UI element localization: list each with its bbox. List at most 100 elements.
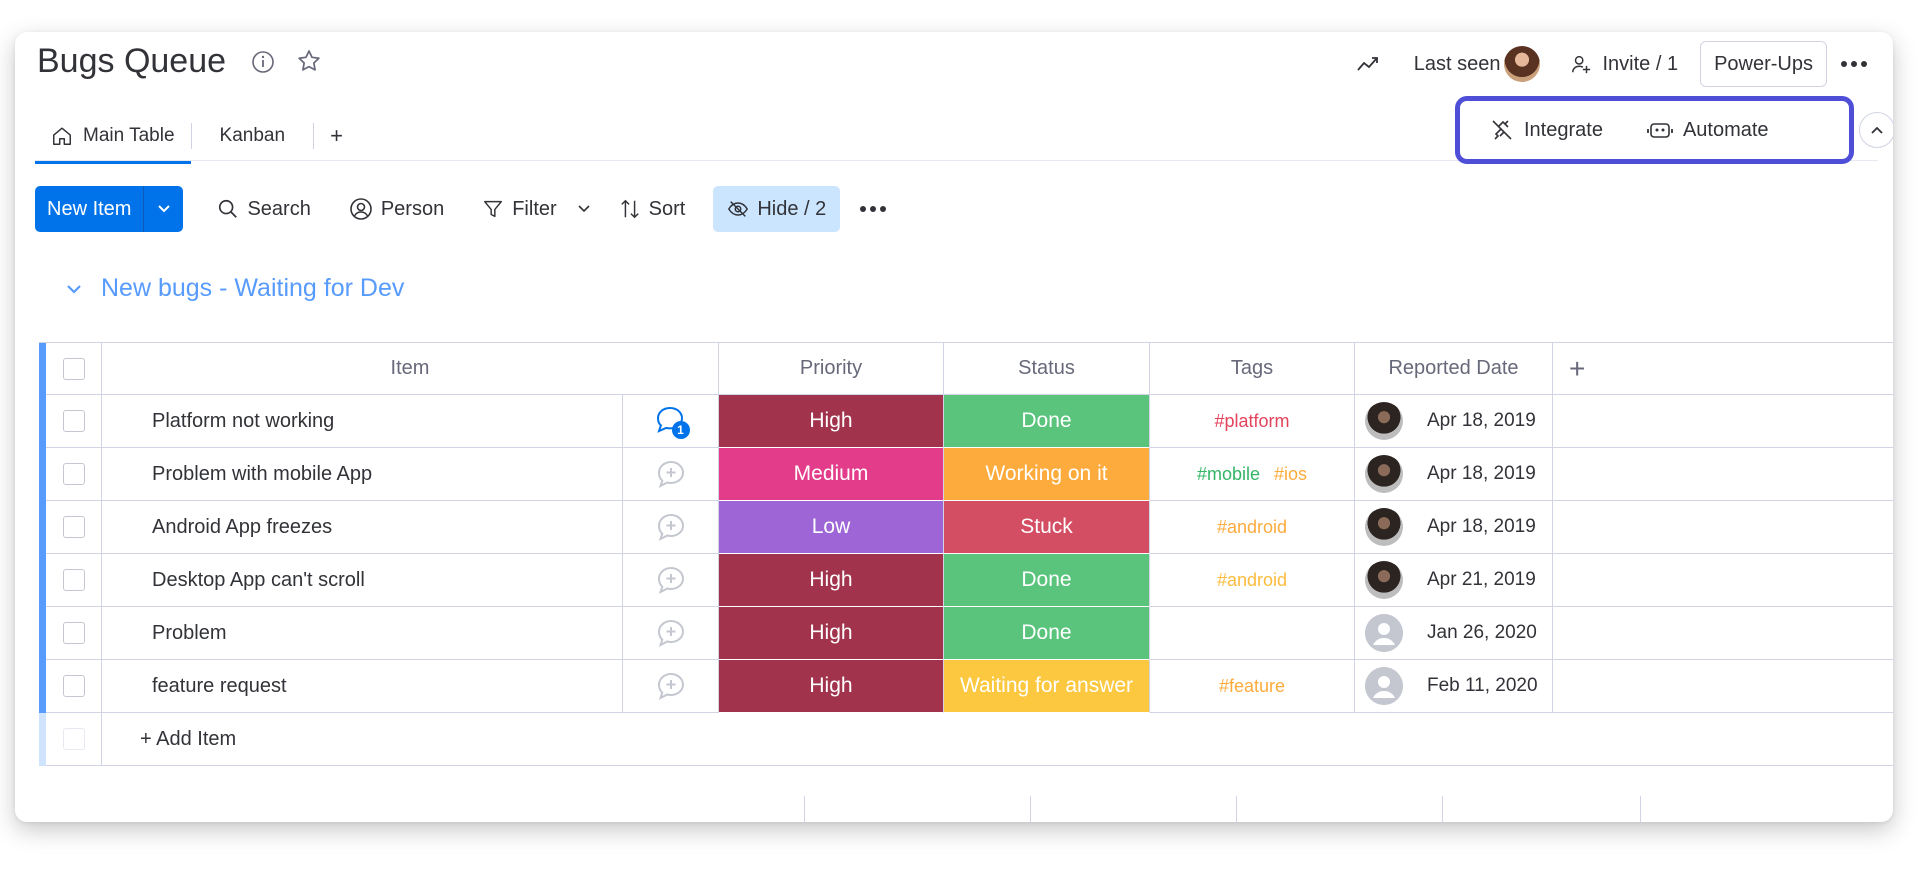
priority-cell[interactable]: High (719, 607, 944, 660)
reporter-avatar[interactable] (1365, 667, 1403, 705)
tag[interactable]: #mobile (1197, 464, 1260, 485)
sort-button[interactable]: Sort (605, 186, 700, 232)
updates-button[interactable]: 1 (623, 395, 719, 448)
column-header-reported-date[interactable]: Reported Date (1355, 342, 1553, 395)
person-filter-button[interactable]: Person (335, 186, 458, 232)
last-seen[interactable]: Last seen (1414, 46, 1541, 82)
group-title[interactable]: New bugs - Waiting for Dev (101, 274, 404, 303)
priority-cell[interactable]: High (719, 554, 944, 607)
status-cell[interactable]: Done (944, 395, 1150, 448)
tags-cell[interactable]: #android (1150, 554, 1355, 607)
more-actions-icon[interactable] (860, 206, 887, 212)
reporter-avatar[interactable] (1365, 614, 1403, 652)
status-cell[interactable]: Done (944, 607, 1150, 660)
row-checkbox[interactable] (62, 569, 85, 591)
reported-date-cell[interactable]: Apr 18, 2019 (1355, 448, 1553, 501)
column-header-priority[interactable]: Priority (719, 342, 944, 395)
priority-cell[interactable]: High (719, 395, 944, 448)
row-checkbox[interactable] (62, 516, 85, 538)
star-icon[interactable] (296, 48, 322, 74)
activity-icon[interactable] (1356, 54, 1380, 74)
priority-cell[interactable]: High (719, 660, 944, 713)
add-update-button[interactable] (623, 660, 719, 713)
status-cell[interactable]: Done (944, 554, 1150, 607)
more-icon[interactable] (1841, 61, 1867, 67)
reported-date-cell[interactable]: Apr 18, 2019 (1355, 395, 1553, 448)
tag[interactable]: #ios (1274, 464, 1307, 485)
power-ups-button[interactable]: Power-Ups (1700, 41, 1827, 87)
add-update-button[interactable] (623, 448, 719, 501)
tag[interactable]: #android (1217, 517, 1287, 538)
item-name-cell[interactable]: Android App freezes (102, 501, 623, 554)
reported-date-cell[interactable]: Apr 21, 2019 (1355, 554, 1553, 607)
column-header-item[interactable]: Item (102, 342, 719, 395)
chevron-down-icon[interactable] (577, 204, 591, 214)
table-body: Platform not working 1 High Done #platform… (39, 395, 1893, 713)
column-header-status[interactable]: Status (944, 342, 1150, 395)
select-all-checkbox[interactable] (62, 357, 85, 380)
tab-kanban[interactable]: Kanban (192, 110, 314, 162)
row-checkbox[interactable] (62, 675, 85, 697)
add-view-button[interactable]: + (314, 110, 359, 162)
add-update-button[interactable] (623, 554, 719, 607)
filter-button[interactable]: Filter (468, 186, 604, 232)
tag[interactable]: #platform (1214, 411, 1289, 432)
table-row[interactable]: feature request High Waiting for answer #f… (39, 660, 1893, 713)
table-row[interactable]: Platform not working 1 High Done #platform… (39, 395, 1893, 448)
priority-cell[interactable]: Low (719, 501, 944, 554)
status-cell[interactable]: Stuck (944, 501, 1150, 554)
add-update-button[interactable] (623, 607, 719, 660)
reported-date: Apr 21, 2019 (1427, 569, 1536, 590)
add-column-button[interactable]: + (1553, 342, 1893, 395)
tags-cell[interactable]: #platform (1150, 395, 1355, 448)
add-item-button[interactable]: + Add Item (102, 713, 1893, 766)
table-row[interactable]: Problem with mobile App Medium Working on… (39, 448, 1893, 501)
item-name-cell[interactable]: Desktop App can't scroll (102, 554, 623, 607)
tags-cell[interactable] (1150, 607, 1355, 660)
item-name-cell[interactable]: Problem with mobile App (102, 448, 623, 501)
reported-date-cell[interactable]: Jan 26, 2020 (1355, 607, 1553, 660)
status-cell[interactable]: Waiting for answer (944, 660, 1150, 713)
new-item-dropdown[interactable] (143, 186, 183, 232)
empty-cell (1553, 395, 1893, 448)
table-row[interactable]: Android App freezes Low Stuck #android Apr … (39, 501, 1893, 554)
priority-cell[interactable]: Medium (719, 448, 944, 501)
tag[interactable]: #android (1217, 570, 1287, 591)
automate-button[interactable]: Automate (1647, 119, 1769, 142)
search-button[interactable]: Search (203, 186, 324, 232)
group-header[interactable]: New bugs - Waiting for Dev (65, 274, 404, 303)
collapse-header-button[interactable] (1859, 112, 1893, 148)
table-row[interactable]: Problem High Done Jan 26, 2020 (39, 607, 1893, 660)
item-name-cell[interactable]: Problem (102, 607, 623, 660)
new-item-button[interactable]: New Item (35, 186, 143, 232)
tags-cell[interactable]: #mobile #ios (1150, 448, 1355, 501)
add-update-button[interactable] (623, 501, 719, 554)
item-name-cell[interactable]: Platform not working (102, 395, 623, 448)
tags-cell[interactable]: #android (1150, 501, 1355, 554)
table-row[interactable]: Desktop App can't scroll High Done #androi… (39, 554, 1893, 607)
column-header-tags[interactable]: Tags (1150, 342, 1355, 395)
tab-main-table[interactable]: Main Table (35, 110, 191, 164)
info-icon[interactable] (250, 49, 276, 75)
item-name-cell[interactable]: feature request (102, 660, 623, 713)
chevron-down-icon[interactable] (65, 283, 83, 295)
reported-date-cell[interactable]: Apr 18, 2019 (1355, 501, 1553, 554)
reporter-avatar[interactable] (1365, 455, 1403, 493)
row-checkbox[interactable] (62, 463, 85, 485)
avatar (1504, 46, 1541, 82)
row-checkbox[interactable] (62, 622, 85, 644)
tags-cell[interactable]: #feature (1150, 660, 1355, 713)
priority-label: High (809, 621, 853, 644)
invite-button[interactable]: Invite / 1 (1570, 53, 1678, 76)
row-checkbox[interactable] (62, 410, 85, 432)
integrate-button[interactable]: Integrate (1490, 118, 1603, 142)
reported-date-cell[interactable]: Feb 11, 2020 (1355, 660, 1553, 713)
hide-columns-button[interactable]: Hide / 2 (713, 186, 841, 232)
reporter-avatar[interactable] (1365, 402, 1403, 440)
board-title[interactable]: Bugs Queue (37, 42, 226, 81)
reporter-avatar[interactable] (1365, 561, 1403, 599)
reporter-avatar[interactable] (1365, 508, 1403, 546)
board-toolbar: New Item Search Person Filter Sort Hide … (35, 186, 887, 232)
status-cell[interactable]: Working on it (944, 448, 1150, 501)
tag[interactable]: #feature (1219, 676, 1285, 697)
